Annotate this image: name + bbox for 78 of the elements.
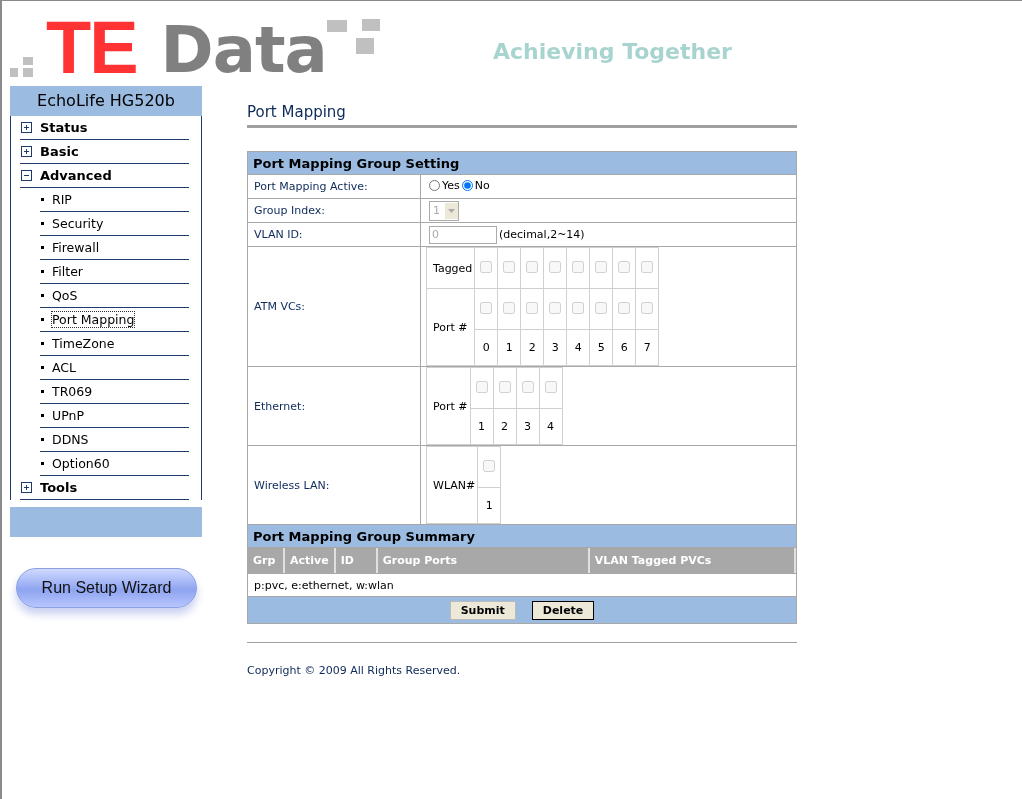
submenu-item[interactable]: Option60 [52,456,110,471]
copyright-text: Copyright © 2009 All Rights Reserved. [247,664,462,677]
submenu-item[interactable]: UPnP [52,408,84,423]
bullet-icon [41,270,44,273]
port-number: 4 [547,420,555,433]
menu-item[interactable]: Advanced [40,168,112,183]
logo-text: Data [160,21,327,79]
form-button[interactable]: Delete [531,600,595,620]
bullet-icon [41,462,44,465]
port-number: 2 [528,341,536,354]
logo-text: TE [46,17,137,79]
field-label: Port Mapping Active: [254,180,368,193]
port-number: 3 [524,420,532,433]
radio-label: No [474,179,490,192]
bullet-icon [41,198,44,201]
row-label: WLAN# [433,478,476,492]
port-number: 1 [485,499,493,512]
legend-text: p:pvc, e:ethernet, w:wlan [247,573,797,597]
collapse-icon[interactable] [21,170,32,181]
bullet-icon [41,438,44,441]
submenu-item[interactable]: Port Mapping [52,312,135,327]
bullet-icon [41,222,44,225]
port-number: 1 [478,420,486,433]
bullet-icon [41,366,44,369]
bullet-icon [41,342,44,345]
column-header: Active [284,548,335,573]
section-header: Port Mapping Group Setting [247,151,797,175]
bullet-icon [41,390,44,393]
column-header: Group Ports [376,548,589,573]
field-label: Group Index: [254,204,325,217]
row-label: Port # [433,320,468,334]
port-number: 2 [501,420,509,433]
tagline: Achieving Together [493,39,732,64]
port-number: 0 [482,341,490,354]
column-header: Grp [248,548,284,573]
field-label: Wireless LAN: [254,478,330,492]
port-number: 1 [505,341,513,354]
column-header: ID [334,548,377,573]
bullet-icon [41,294,44,297]
column-header: VLAN Tagged PVCs [588,548,795,573]
form-button[interactable]: Submit [449,600,516,620]
submenu-item[interactable]: DDNS [52,432,89,447]
radio-button[interactable] [429,180,440,191]
port-number: 3 [551,341,559,354]
setup-wizard-button[interactable]: Run Setup Wizard [16,568,197,608]
menu-item[interactable]: Basic [40,144,79,159]
expand-icon[interactable] [21,482,32,493]
expand-icon[interactable] [21,146,32,157]
radio-label: Yes [442,179,460,192]
port-number: 5 [597,341,605,354]
bullet-icon [41,318,44,321]
port-number: 7 [643,341,651,354]
logo-squares-icon [326,19,380,54]
row-label: Port # [433,399,468,413]
submenu-item[interactable]: Firewall [52,240,100,255]
bullet-icon [41,414,44,417]
submenu-item[interactable]: RIP [52,192,72,207]
submenu-item[interactable]: Security [52,216,104,231]
page-title: Port Mapping [247,103,797,128]
row-label: Tagged [433,261,473,275]
radio-button[interactable] [461,180,473,191]
submenu-item[interactable]: Filter [52,264,83,279]
field-label: Ethernet: [254,399,306,413]
port-number: 6 [620,341,628,354]
submenu-item[interactable]: TimeZone [52,336,115,351]
field-label: VLAN ID: [254,228,303,241]
submenu-item[interactable]: ACL [52,360,77,375]
expand-icon[interactable] [21,122,32,133]
menu-item[interactable]: Tools [40,480,78,495]
submenu-item[interactable]: QoS [52,288,78,303]
field-label: ATM VCs: [254,300,306,313]
bullet-icon [41,246,44,249]
port-number: 4 [574,341,582,354]
submenu-item[interactable]: TR069 [52,384,93,399]
section-header: Port Mapping Group Summary [247,524,797,548]
menu-item[interactable]: Status [40,120,88,135]
field-hint: (decimal,2~14) [499,228,585,241]
device-title: EchoLife HG520b [10,86,202,116]
